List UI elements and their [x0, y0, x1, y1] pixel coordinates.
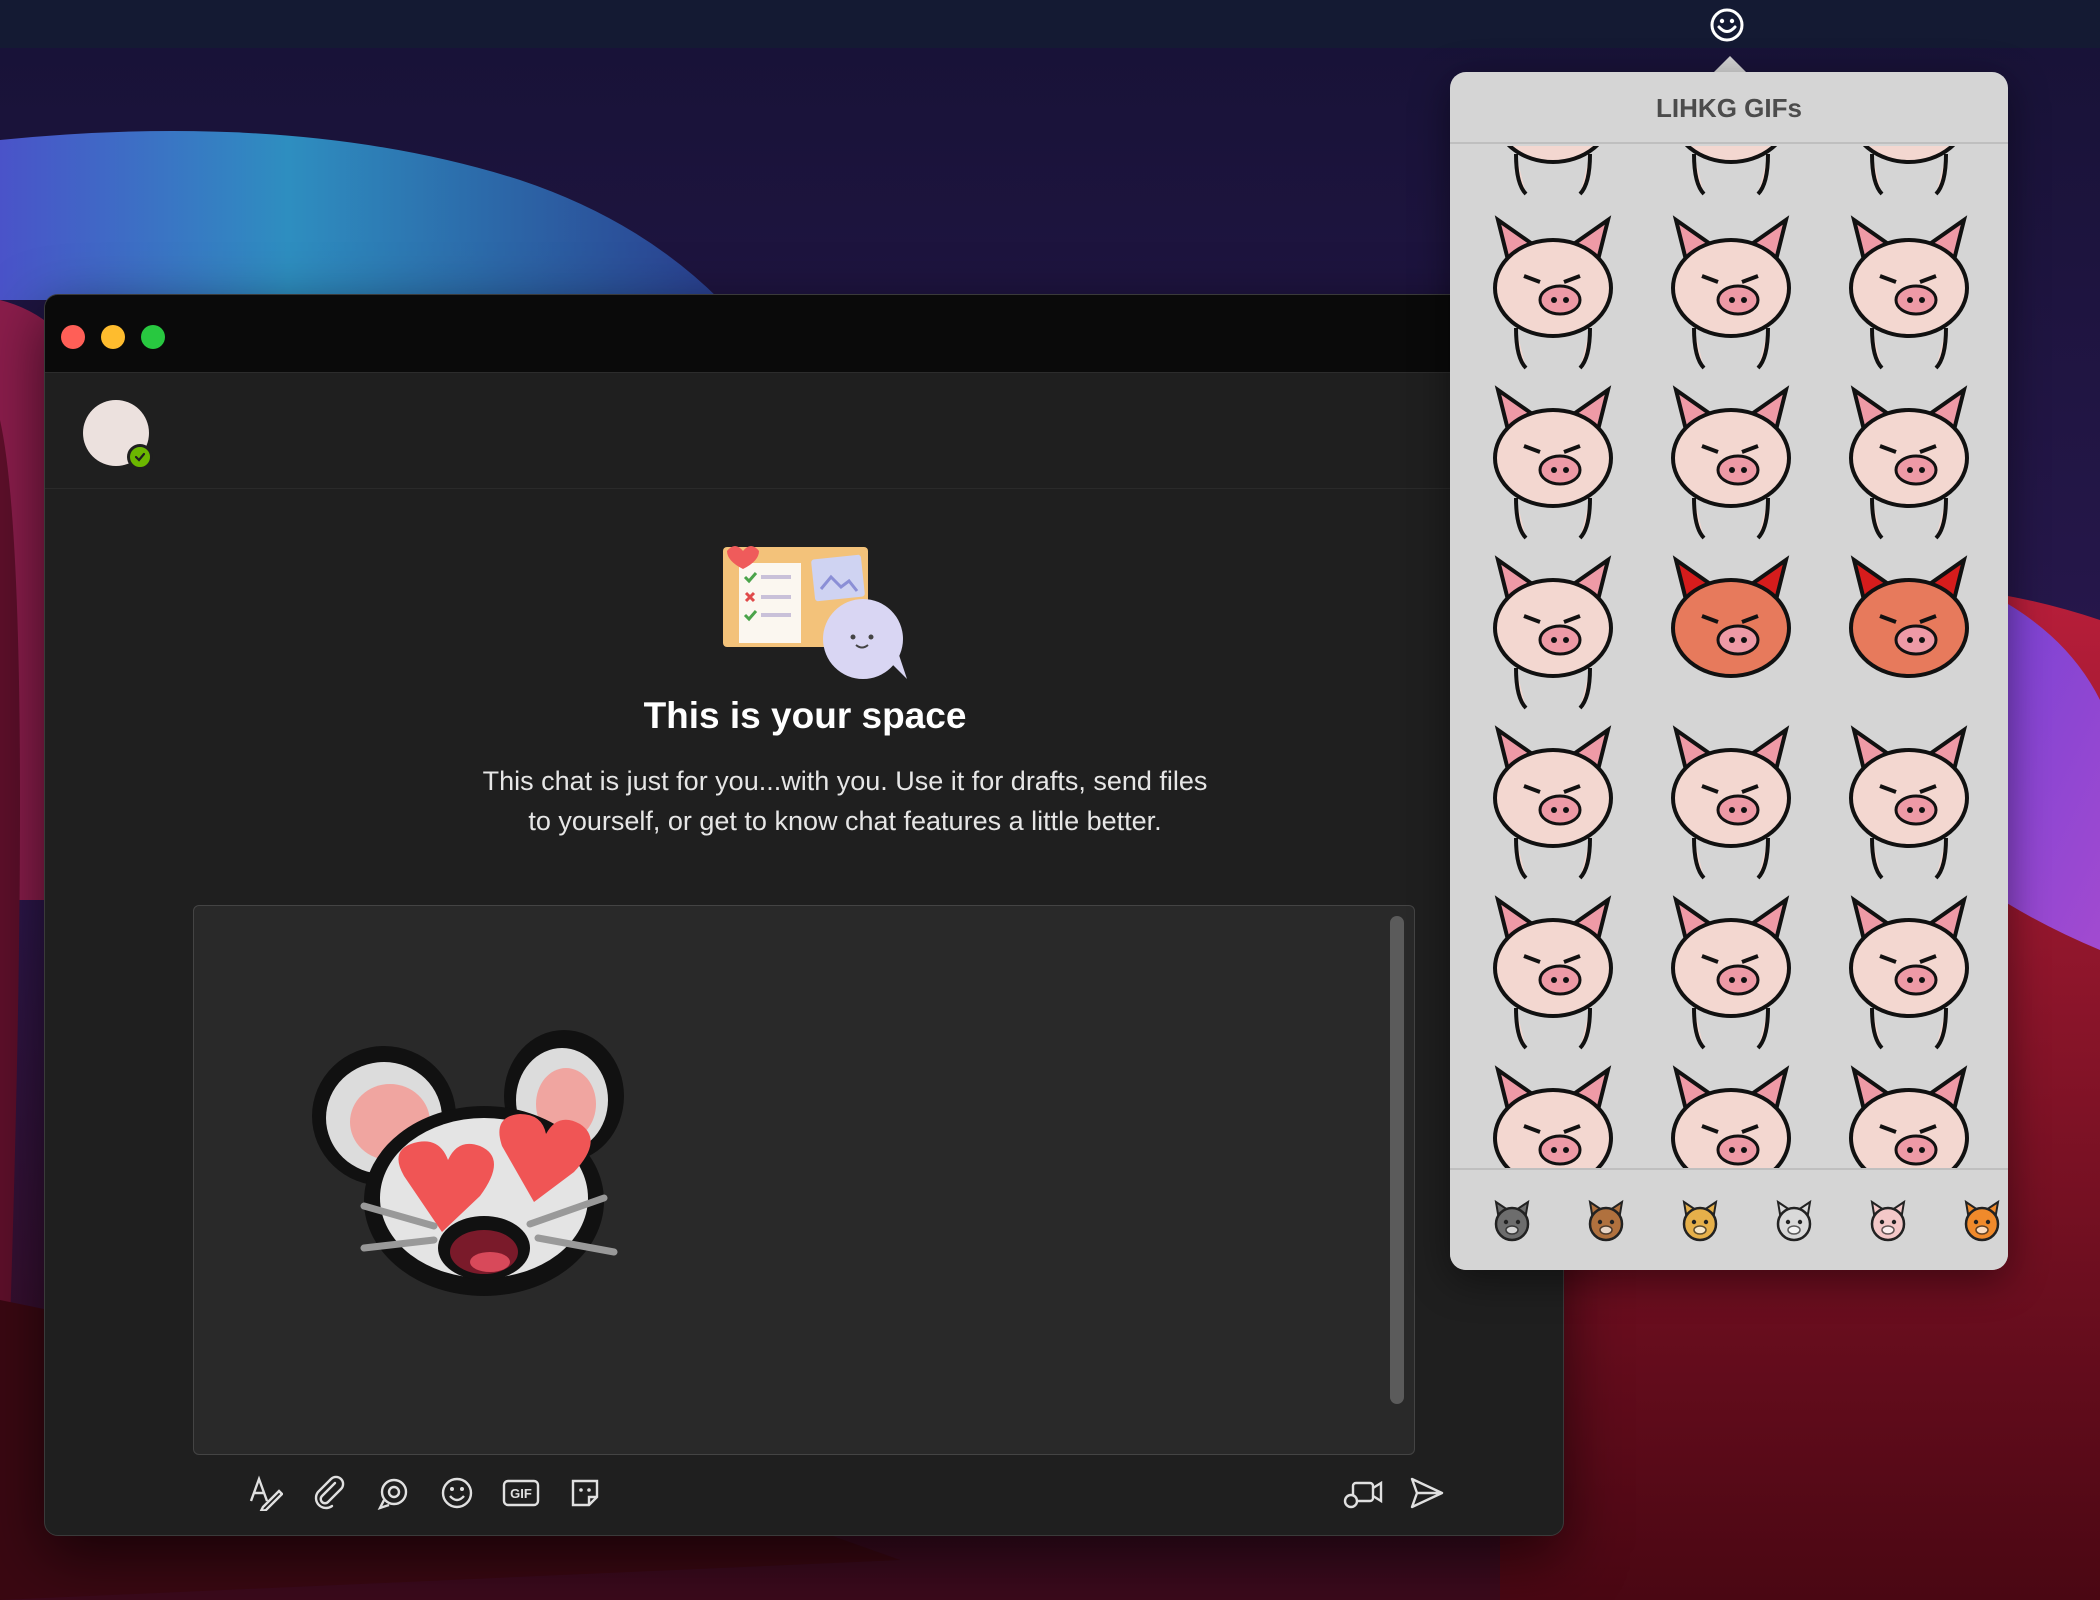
gif-item[interactable]	[1468, 720, 1638, 880]
gif-item[interactable]	[1824, 720, 1994, 880]
gif-item[interactable]	[1824, 210, 1994, 370]
attach-icon[interactable]	[307, 1471, 351, 1515]
close-window-button[interactable]	[61, 325, 85, 349]
gif-item[interactable]	[1824, 380, 1994, 540]
space-description: This chat is just for you...with you. Us…	[405, 761, 1285, 841]
gif-item[interactable]	[1646, 380, 1816, 540]
tab-tiger-icon[interactable]	[1952, 1192, 2008, 1252]
gif-item[interactable]	[1468, 380, 1638, 540]
menubar-emoji-icon[interactable]	[1708, 6, 1746, 44]
gif-item[interactable]	[1824, 146, 1994, 196]
loop-icon[interactable]	[371, 1471, 415, 1515]
gif-item[interactable]	[1468, 146, 1638, 196]
minimize-window-button[interactable]	[101, 325, 125, 349]
compose-box[interactable]	[193, 905, 1415, 1455]
format-icon[interactable]	[243, 1471, 287, 1515]
gif-item[interactable]	[1646, 720, 1816, 880]
picker-title: LIHKG GIFs	[1450, 72, 2008, 144]
tab-cow-icon[interactable]	[1576, 1192, 1636, 1252]
gif-item[interactable]	[1468, 550, 1638, 710]
picker-arrow	[1714, 56, 1746, 72]
page-title: This is your space	[643, 695, 967, 736]
tab-mouse-icon[interactable]	[1764, 1192, 1824, 1252]
description-line: This chat is just for you...with you. Us…	[482, 766, 1208, 796]
description-line: to yourself, or get to know chat feature…	[528, 806, 1162, 836]
gif-item[interactable]	[1468, 210, 1638, 370]
menu-bar	[0, 0, 2100, 48]
gif-item[interactable]	[1468, 890, 1638, 1050]
tab-cat-icon[interactable]	[1482, 1192, 1542, 1252]
emoji-icon[interactable]	[435, 1471, 479, 1515]
mouse-hearts-sticker	[312, 1030, 624, 1296]
teams-window: This is your space This chat is just for…	[44, 294, 1564, 1536]
compose-toolbar: GIF	[193, 1463, 1444, 1523]
picker-category-tabs	[1450, 1168, 2008, 1270]
gif-item[interactable]	[1824, 550, 1994, 710]
gif-item[interactable]	[1646, 890, 1816, 1050]
compose-scrollbar[interactable]	[1390, 916, 1404, 1404]
maximize-window-button[interactable]	[141, 325, 165, 349]
meet-now-icon[interactable]	[1341, 1471, 1385, 1515]
chat-header	[45, 373, 1563, 489]
gif-grid[interactable]	[1450, 146, 2008, 1240]
tab-dog-icon[interactable]	[1670, 1192, 1730, 1252]
gif-item[interactable]	[1646, 210, 1816, 370]
gif-item[interactable]	[1646, 146, 1816, 196]
gif-item[interactable]	[1646, 550, 1816, 710]
title-bar	[45, 295, 1563, 373]
send-icon[interactable]	[1405, 1471, 1449, 1515]
presence-available-icon	[127, 444, 153, 470]
sticker-icon[interactable]	[563, 1471, 607, 1515]
gif-label: GIF	[510, 1485, 532, 1501]
tab-pig-icon[interactable]	[1858, 1192, 1918, 1252]
gif-icon[interactable]: GIF	[499, 1471, 543, 1515]
gif-picker-popup: LIHKG GIFs	[1450, 72, 2008, 1270]
space-illustration	[723, 546, 907, 679]
gif-item[interactable]	[1824, 890, 1994, 1050]
